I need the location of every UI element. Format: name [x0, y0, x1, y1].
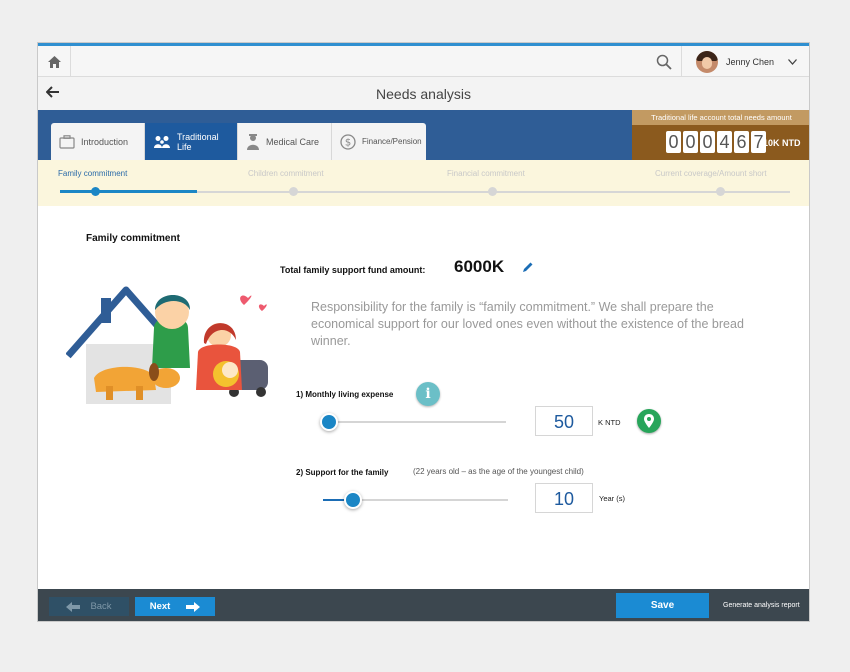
tab-medical-care[interactable]: Medical Care [238, 123, 332, 160]
step-family-commitment[interactable]: Family commitment [58, 169, 127, 178]
tab-introduction[interactable]: Introduction [51, 123, 145, 160]
svg-text:$: $ [345, 137, 351, 148]
step-children-commitment[interactable]: Children commitment [248, 169, 324, 178]
user-name: Jenny Chen [726, 56, 775, 67]
tab-label: Traditional Life [177, 131, 219, 152]
home-icon [47, 55, 61, 68]
info-icon: i [425, 386, 431, 402]
monthly-expense-slider-thumb[interactable] [320, 413, 338, 431]
info-button[interactable]: i [416, 382, 440, 406]
fund-amount-value: 6000K [454, 257, 505, 276]
pin-icon [644, 414, 654, 428]
q2-label: 2) Support for the family [296, 468, 389, 477]
tab-label: Medical Care [266, 136, 320, 147]
doctor-icon [246, 133, 260, 150]
counter-digit: 0 [700, 131, 715, 153]
arrow-left-icon [66, 601, 81, 612]
q1-label: 1) Monthly living expense [296, 390, 394, 399]
support-years-unit: Year (s) [599, 494, 625, 503]
avatar [696, 50, 718, 73]
home-button[interactable] [38, 46, 71, 77]
description-text: Responsibility for the family is “family… [311, 300, 744, 348]
tab-band: Introduction Traditional Life Medical Ca… [38, 110, 809, 160]
step-dot[interactable] [289, 187, 298, 196]
search-icon [656, 54, 672, 70]
page-title: Needs analysis [376, 86, 471, 102]
counter-digit: 6 [734, 131, 749, 153]
monthly-expense-unit: K NTD [598, 418, 621, 427]
support-years-slider-thumb[interactable] [344, 491, 362, 509]
dollar-coin-icon: $ [340, 133, 356, 150]
location-pin-button[interactable] [637, 409, 661, 433]
counter-unit: 10K NTD [763, 138, 801, 148]
next-button[interactable]: Next [135, 597, 215, 616]
counter-digit: 4 [717, 131, 732, 153]
tab-traditional-life[interactable]: Traditional Life [145, 123, 238, 160]
progress-steps: Family commitment Children commitment Fi… [38, 160, 809, 206]
step-financial-commitment[interactable]: Financial commitment [447, 169, 525, 178]
app-window: Jenny Chen Needs analysis Introduction T… [37, 42, 810, 622]
support-years-value[interactable]: 10 [535, 483, 593, 513]
save-label: Save [650, 600, 675, 611]
q2-note: (22 years old – as the age of the younge… [413, 467, 584, 476]
family-illustration [66, 286, 268, 404]
step-track-progress [60, 190, 197, 193]
tab-finance-pension[interactable]: $ Finance/Pension [332, 123, 426, 160]
monthly-expense-slider[interactable] [323, 421, 506, 423]
back-label: Back [90, 601, 112, 612]
section-title: Family commitment [86, 233, 180, 244]
tab-label: Introduction [81, 136, 129, 147]
category-tabs: Introduction Traditional Life Medical Ca… [51, 123, 426, 160]
step-dot[interactable] [488, 187, 497, 196]
save-button[interactable]: Save [616, 593, 709, 618]
generate-report-link[interactable]: Generate analysis report [723, 602, 800, 609]
step-dot[interactable] [716, 187, 725, 196]
step-dot[interactable] [91, 187, 100, 196]
counter-label: Traditional life account total needs amo… [632, 110, 809, 125]
search-button[interactable] [656, 54, 674, 72]
next-label: Next [149, 601, 171, 612]
monthly-expense-value[interactable]: 50 [535, 406, 593, 436]
footer-bar: Back Next Save Generate analysis report [38, 589, 809, 621]
counter-digits: 0 0 0 4 6 7 [666, 131, 768, 153]
briefcase-icon [59, 134, 75, 149]
counter-digit: 0 [666, 131, 681, 153]
user-menu[interactable]: Jenny Chen [681, 46, 809, 77]
fund-amount-label: Total family support fund amount: [280, 265, 426, 275]
family-icon [153, 135, 171, 149]
step-current-coverage[interactable]: Current coverage/Amount short [655, 169, 767, 178]
needs-amount-counter: Traditional life account total needs amo… [632, 110, 809, 160]
top-bar: Jenny Chen [38, 43, 809, 77]
arrow-right-icon [186, 601, 201, 612]
chevron-down-icon [788, 58, 798, 65]
tab-label: Finance/Pension [362, 137, 422, 146]
counter-digit: 0 [683, 131, 698, 153]
back-button[interactable]: Back [49, 597, 129, 616]
pencil-edit-icon[interactable] [522, 261, 534, 273]
title-bar: Needs analysis [38, 77, 809, 111]
